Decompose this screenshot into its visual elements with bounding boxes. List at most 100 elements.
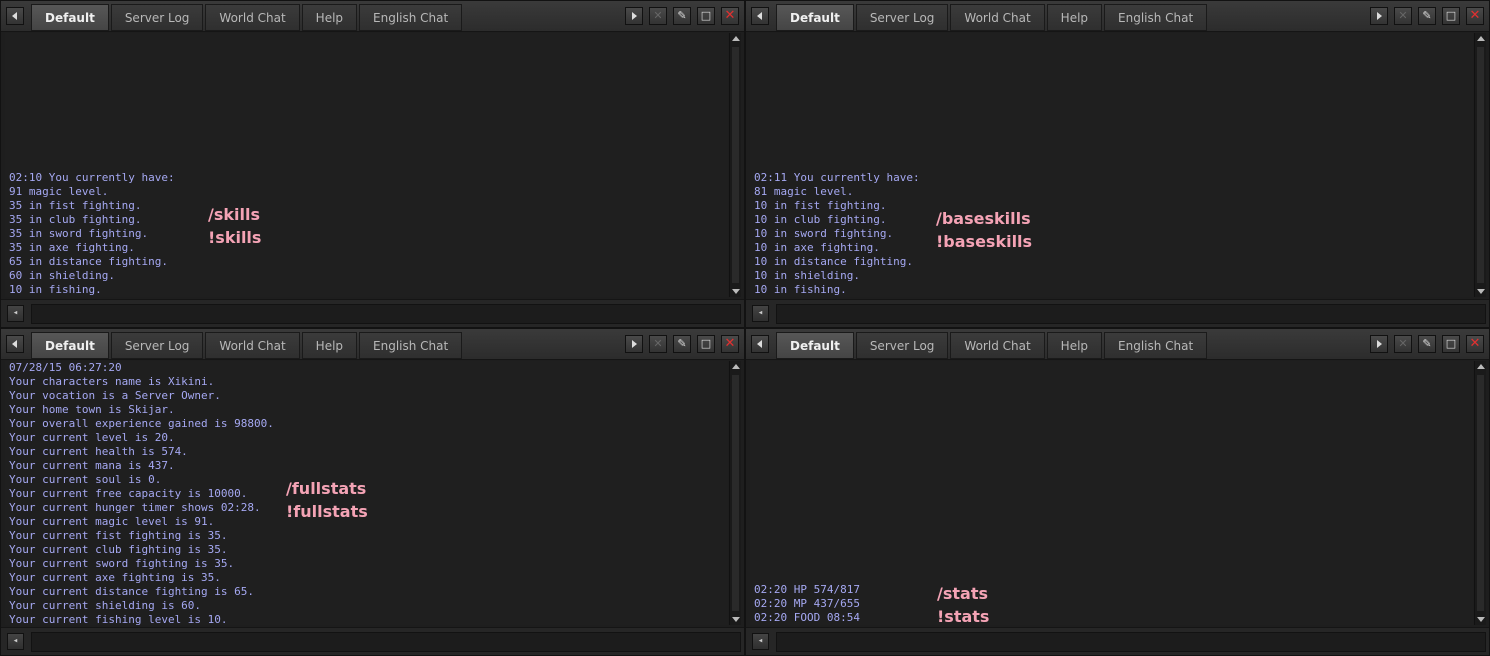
tab-bar: Default Server Log World Chat Help English C… xyxy=(1,329,744,360)
chat-input[interactable] xyxy=(776,632,1486,652)
tab-list: Default Server Log World Chat Help English C… xyxy=(31,4,464,32)
tab-world-chat[interactable]: World Chat xyxy=(950,4,1045,31)
command-note-line: /stats xyxy=(937,584,988,603)
close-icon[interactable]: ✕ xyxy=(1466,7,1484,25)
speaker-icon[interactable]: ◂ xyxy=(7,633,24,650)
tab-world-chat[interactable]: World Chat xyxy=(205,332,300,359)
scroll-track[interactable] xyxy=(732,375,739,611)
broom-icon[interactable]: ✎ xyxy=(673,7,691,25)
window-icon[interactable]: □ xyxy=(1442,7,1460,25)
tab-default[interactable]: Default xyxy=(31,332,109,359)
tab-controls: ✕ ✎ □ ✕ xyxy=(1370,7,1484,25)
console-message: 07/28/15 06:27:20 xyxy=(9,361,122,374)
console-message: 65 in distance fighting. xyxy=(9,255,168,268)
console-message: 02:20 FOOD 08:54 xyxy=(754,611,860,624)
arrow-right-icon[interactable] xyxy=(625,7,643,25)
console-panel-bottom-right: Default Server Log World Chat Help English C… xyxy=(745,328,1490,656)
console-message: 10 in fishing. xyxy=(9,283,102,296)
tab-server-log[interactable]: Server Log xyxy=(855,332,949,359)
tab-bar: Default Server Log World Chat Help English C… xyxy=(746,329,1489,360)
scroll-down-icon[interactable] xyxy=(1475,285,1487,297)
tab-world-chat[interactable]: World Chat xyxy=(205,4,300,31)
console-message: 02:10 You currently have: xyxy=(9,171,175,184)
tab-default[interactable]: Default xyxy=(31,4,109,31)
close-icon[interactable]: ✕ xyxy=(721,7,739,25)
console-message: Your current fist fighting is 35. xyxy=(9,529,228,542)
scroll-track[interactable] xyxy=(1477,47,1484,283)
scroll-track[interactable] xyxy=(732,47,739,283)
console-message: 91 magic level. xyxy=(9,185,109,198)
scroll-down-icon[interactable] xyxy=(730,613,742,625)
chat-input[interactable] xyxy=(31,304,741,324)
tab-world-chat[interactable]: World Chat xyxy=(950,332,1045,359)
vertical-scrollbar[interactable] xyxy=(1474,33,1486,297)
broom-icon[interactable]: ✎ xyxy=(1418,7,1436,25)
tab-english-chat[interactable]: English Chat xyxy=(359,4,463,31)
tab-default[interactable]: Default xyxy=(776,4,854,31)
close-icon[interactable]: ✕ xyxy=(721,335,739,353)
console-message: 10 in axe fighting. xyxy=(754,241,880,254)
console-message: Your current distance fighting is 65. xyxy=(9,585,255,598)
console-message: 81 magic level. xyxy=(754,185,854,198)
tab-english-chat[interactable]: English Chat xyxy=(1104,332,1208,359)
tab-help[interactable]: Help xyxy=(301,4,358,31)
arrow-right-icon[interactable] xyxy=(1370,335,1388,353)
message-area: 07/28/15 06:27:20 Your characters name is… xyxy=(5,361,728,625)
vertical-scrollbar[interactable] xyxy=(729,361,741,625)
console-message: 10 in distance fighting. xyxy=(754,255,913,268)
tab-help[interactable]: Help xyxy=(1046,332,1103,359)
window-icon[interactable]: □ xyxy=(697,335,715,353)
close-tab-icon[interactable]: ✕ xyxy=(649,7,667,25)
vertical-scrollbar[interactable] xyxy=(729,33,741,297)
tab-english-chat[interactable]: English Chat xyxy=(1104,4,1208,31)
scroll-up-icon[interactable] xyxy=(1475,33,1487,45)
tab-server-log[interactable]: Server Log xyxy=(855,4,949,31)
arrow-left-icon[interactable] xyxy=(751,7,769,25)
arrow-right-icon[interactable] xyxy=(1370,7,1388,25)
console-message: 10 in sword fighting. xyxy=(754,227,894,240)
scroll-up-icon[interactable] xyxy=(1475,361,1487,373)
tab-controls: ✕ ✎ □ ✕ xyxy=(625,7,739,25)
speaker-icon[interactable]: ◂ xyxy=(752,633,769,650)
tab-server-log[interactable]: Server Log xyxy=(110,332,204,359)
scroll-down-icon[interactable] xyxy=(1475,613,1487,625)
window-icon[interactable]: □ xyxy=(697,7,715,25)
close-tab-icon[interactable]: ✕ xyxy=(1394,335,1412,353)
tab-default[interactable]: Default xyxy=(776,332,854,359)
broom-icon[interactable]: ✎ xyxy=(1418,335,1436,353)
close-icon[interactable]: ✕ xyxy=(1466,335,1484,353)
scroll-up-icon[interactable] xyxy=(730,33,742,45)
command-note: /fullstats !fullstats xyxy=(286,477,368,523)
speaker-icon[interactable]: ◂ xyxy=(752,305,769,322)
chat-input[interactable] xyxy=(776,304,1486,324)
tab-bar: Default Server Log World Chat Help English C… xyxy=(746,1,1489,32)
tab-bar: Default Server Log World Chat Help English C… xyxy=(1,1,744,32)
tab-help[interactable]: Help xyxy=(1046,4,1103,31)
console-message: 10 in fishing. xyxy=(754,283,847,296)
vertical-scrollbar[interactable] xyxy=(1474,361,1486,625)
window-icon[interactable]: □ xyxy=(1442,335,1460,353)
tab-help[interactable]: Help xyxy=(301,332,358,359)
tab-english-chat[interactable]: English Chat xyxy=(359,332,463,359)
console-message: 02:11 You currently have: xyxy=(754,171,920,184)
console-message: Your current shielding is 60. xyxy=(9,599,202,612)
console-message: 35 in axe fighting. xyxy=(9,241,135,254)
scroll-down-icon[interactable] xyxy=(730,285,742,297)
arrow-left-icon[interactable] xyxy=(6,7,24,25)
close-tab-icon[interactable]: ✕ xyxy=(1394,7,1412,25)
tab-server-log[interactable]: Server Log xyxy=(110,4,204,31)
speaker-icon[interactable]: ◂ xyxy=(7,305,24,322)
command-note: /skills !skills xyxy=(208,203,261,249)
console-message: 35 in sword fighting. xyxy=(9,227,149,240)
close-tab-icon[interactable]: ✕ xyxy=(649,335,667,353)
command-note-line: !fullstats xyxy=(286,502,368,521)
arrow-left-icon[interactable] xyxy=(751,335,769,353)
chat-input[interactable] xyxy=(31,632,741,652)
scroll-up-icon[interactable] xyxy=(730,361,742,373)
arrow-left-icon[interactable] xyxy=(6,335,24,353)
console-panel-bottom-left: Default Server Log World Chat Help English C… xyxy=(0,328,745,656)
scroll-track[interactable] xyxy=(1477,375,1484,611)
input-bar: ◂ xyxy=(1,627,744,655)
arrow-right-icon[interactable] xyxy=(625,335,643,353)
broom-icon[interactable]: ✎ xyxy=(673,335,691,353)
